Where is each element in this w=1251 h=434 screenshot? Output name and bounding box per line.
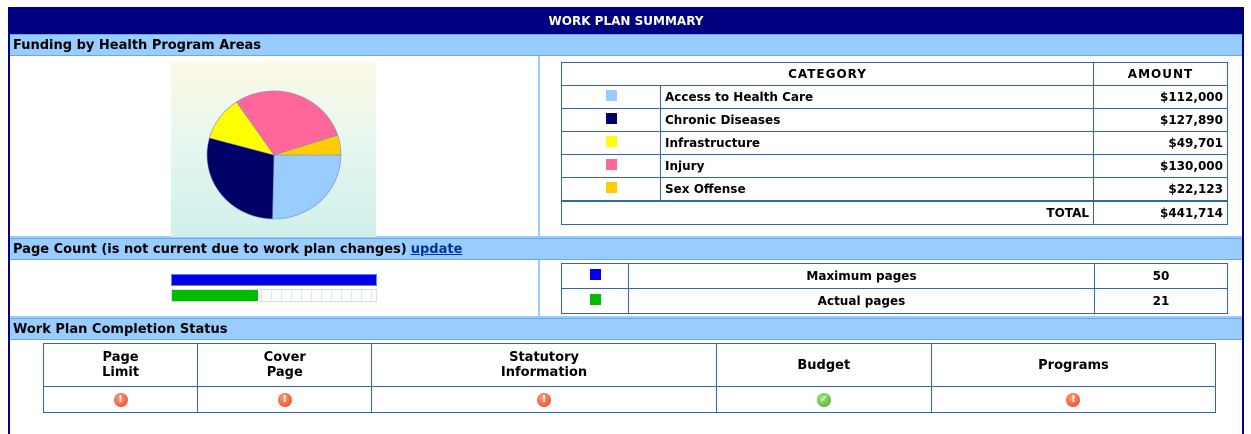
funding-table-row: Infrastructure $49,701 (561, 131, 1228, 155)
funding-table-row: Injury $130,000 (561, 154, 1228, 178)
pie-chart-background (171, 62, 376, 237)
status-column-header-line2: Information (500, 365, 588, 380)
category-header: CATEGORY (561, 62, 1094, 86)
update-link[interactable]: update (411, 242, 463, 257)
actual-pages-label: Actual pages (628, 288, 1095, 314)
category-label: Injury (660, 154, 1094, 178)
actual-pages-swatch (589, 294, 601, 305)
actual-pages-bar (172, 290, 258, 301)
category-swatch-cell (561, 177, 661, 202)
actual-pages-value: 21 (1094, 288, 1228, 314)
actual-pages-swatch-cell (561, 288, 629, 314)
category-amount: $22,123 (1093, 177, 1228, 202)
maximum-pages-row: Maximum pages 50 (561, 263, 1228, 289)
funding-section-header: Funding by Health Program Areas (10, 34, 1242, 56)
maximum-pages-swatch-cell (561, 263, 629, 289)
completion-status-headers: Page Limit Cover Page Statutory Information Bu… (42, 343, 1217, 387)
total-amount: $441,714 (1093, 200, 1228, 225)
status-icon-cell: ✓ (715, 386, 932, 413)
funding-table-cell: CATEGORY AMOUNT Access to Health Care $11… (540, 56, 1242, 236)
status-column-header-line1: Statutory (509, 350, 579, 365)
category-swatch (605, 113, 617, 124)
check-icon[interactable]: ✓ (816, 392, 831, 407)
page-count-bars-cell (10, 260, 540, 316)
page-count-section-header: Page Count (is not current due to work p… (10, 238, 1242, 260)
category-amount: $49,701 (1093, 131, 1228, 155)
warning-icon[interactable]: ! (1066, 392, 1081, 407)
amount-header: AMOUNT (1093, 62, 1228, 86)
category-amount: $127,890 (1093, 108, 1228, 132)
status-column-header-line1: Programs (1038, 357, 1109, 373)
warning-icon[interactable]: ! (277, 392, 292, 407)
completion-status-icons: !!! ✓! (42, 386, 1217, 413)
category-label: Infrastructure (660, 131, 1094, 155)
completion-status-row: Page Limit Cover Page Statutory Information Bu… (10, 340, 1242, 416)
status-column-header-line2: Limit (102, 365, 140, 380)
funding-table: CATEGORY AMOUNT Access to Health Care $11… (561, 62, 1228, 225)
status-icon-cell: ! (930, 386, 1217, 413)
category-amount: $112,000 (1093, 85, 1228, 109)
status-column-header-line1: Page (102, 350, 139, 365)
funding-section-title: Funding by Health Program Areas (13, 37, 262, 53)
status-column-header: Cover Page (197, 343, 373, 387)
page-count-section-title: Page Count (is not current due to work p… (13, 241, 407, 257)
maximum-pages-value: 50 (1094, 263, 1228, 289)
category-swatch (605, 90, 617, 101)
category-swatch (605, 182, 617, 193)
page-count-row: Maximum pages 50 Actual pages 21 (10, 260, 1242, 318)
category-swatch-cell (561, 131, 661, 155)
category-swatch-cell (561, 108, 661, 132)
actual-pages-row: Actual pages 21 (561, 288, 1228, 314)
status-column-header: Budget (715, 343, 932, 387)
funding-chart-cell (10, 56, 540, 237)
status-column-header: Statutory Information (371, 343, 717, 387)
status-icon-cell: ! (371, 386, 717, 413)
maximum-pages-swatch (589, 269, 601, 280)
completion-section-header: Work Plan Completion Status (10, 318, 1242, 340)
maximum-pages-label: Maximum pages (628, 263, 1095, 289)
warning-icon[interactable]: ! (113, 392, 128, 407)
page-title: WORK PLAN SUMMARY (10, 7, 1242, 34)
category-swatch-cell (561, 85, 661, 109)
status-column-header-line1: Cover (263, 350, 306, 365)
maximum-pages-bar (171, 274, 377, 286)
pie-slice-access-to-health-care (272, 154, 342, 220)
status-column-header: Programs (930, 343, 1217, 387)
completion-section-title: Work Plan Completion Status (13, 321, 228, 337)
category-swatch-cell (561, 154, 661, 178)
funding-table-row: Chronic Diseases $127,890 (561, 108, 1228, 132)
funding-table-row: Access to Health Care $112,000 (561, 85, 1228, 109)
funding-table-header: CATEGORY AMOUNT (561, 62, 1228, 86)
actual-pages-bar-track (171, 289, 377, 302)
warning-icon[interactable]: ! (537, 392, 552, 407)
funding-total-row: TOTAL $441,714 (561, 200, 1228, 225)
status-column-header: Page Limit (42, 343, 199, 387)
status-column-header-line1: Budget (797, 357, 851, 373)
status-icon-cell: ! (42, 386, 199, 413)
status-column-header-line2: Page (266, 365, 303, 380)
page-count-table: Maximum pages 50 Actual pages 21 (561, 263, 1228, 314)
funding-table-row: Sex Offense $22,123 (561, 177, 1228, 202)
completion-status-table: Page Limit Cover Page Statutory Information Bu… (42, 343, 1217, 413)
funding-row: CATEGORY AMOUNT Access to Health Care $11… (10, 56, 1242, 238)
category-label: Chronic Diseases (660, 108, 1094, 132)
category-label: Access to Health Care (660, 85, 1094, 109)
work-plan-summary-panel: WORK PLAN SUMMARY Funding by Health Prog… (8, 7, 1244, 434)
page-count-table-cell: Maximum pages 50 Actual pages 21 (540, 260, 1242, 316)
category-label: Sex Offense (660, 177, 1094, 202)
category-swatch (605, 136, 617, 147)
total-label-text: TOTAL (1046, 206, 1089, 220)
status-icon-cell: ! (197, 386, 373, 413)
category-amount: $130,000 (1093, 154, 1228, 178)
category-swatch (605, 159, 617, 170)
total-label: TOTAL (561, 200, 1094, 225)
pie-chart (206, 90, 342, 220)
